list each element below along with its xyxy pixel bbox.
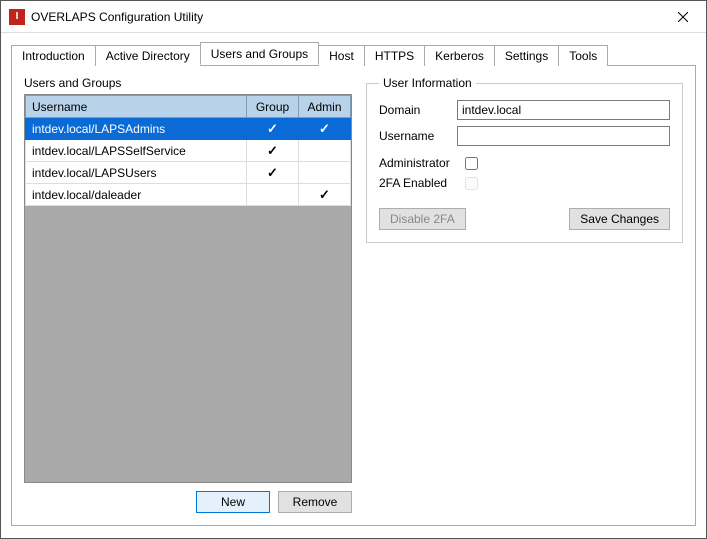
cell-username: intdev.local/LAPSSelfService — [26, 140, 247, 162]
cell-username: intdev.local/daleader — [26, 184, 247, 206]
tab-tools[interactable]: Tools — [558, 45, 608, 66]
username-field[interactable] — [457, 126, 670, 146]
tab-users-and-groups[interactable]: Users and Groups — [200, 42, 319, 65]
window-title: OVERLAPS Configuration Utility — [31, 10, 660, 24]
username-label: Username — [379, 129, 449, 143]
cell-admin — [299, 118, 351, 140]
close-button[interactable] — [660, 1, 706, 33]
domain-row: Domain — [379, 100, 670, 120]
tabpage-users-and-groups: Users and Groups Username Group Admin in… — [11, 65, 696, 526]
tab-active-directory[interactable]: Active Directory — [95, 45, 201, 66]
user-info-panel: User Information Domain Username Adminis… — [366, 76, 683, 513]
col-admin[interactable]: Admin — [299, 96, 351, 118]
tab-bar: IntroductionActive DirectoryUsers and Gr… — [11, 43, 696, 65]
users-groups-panel: Users and Groups Username Group Admin in… — [24, 76, 352, 513]
cell-admin — [299, 184, 351, 206]
tab-https[interactable]: HTTPS — [364, 45, 425, 66]
check-icon — [267, 122, 278, 136]
table-row[interactable]: intdev.local/LAPSUsers — [26, 162, 351, 184]
check-icon — [267, 166, 278, 180]
col-group[interactable]: Group — [247, 96, 299, 118]
administrator-label: Administrator — [379, 156, 457, 170]
check-icon — [267, 144, 278, 158]
twofa-label: 2FA Enabled — [379, 176, 457, 190]
users-groups-grid-container: Username Group Admin intdev.local/LAPSAd… — [24, 94, 352, 483]
table-row[interactable]: intdev.local/LAPSSelfService — [26, 140, 351, 162]
app-window: I OVERLAPS Configuration Utility Introdu… — [0, 0, 707, 539]
client-area: IntroductionActive DirectoryUsers and Gr… — [1, 33, 706, 538]
cell-username: intdev.local/LAPSAdmins — [26, 118, 247, 140]
cell-group — [247, 140, 299, 162]
remove-button[interactable]: Remove — [278, 491, 352, 513]
grid-button-row: New Remove — [24, 491, 352, 513]
app-icon: I — [9, 9, 25, 25]
tab-introduction[interactable]: Introduction — [11, 45, 96, 66]
table-row[interactable]: intdev.local/LAPSAdmins — [26, 118, 351, 140]
user-info-group: User Information Domain Username Adminis… — [366, 76, 683, 243]
new-button[interactable]: New — [196, 491, 270, 513]
check-icon — [319, 122, 330, 136]
close-icon — [678, 12, 688, 22]
cell-username: intdev.local/LAPSUsers — [26, 162, 247, 184]
users-groups-label: Users and Groups — [24, 76, 352, 90]
tab-host[interactable]: Host — [318, 45, 365, 66]
cell-group — [247, 162, 299, 184]
administrator-checkbox[interactable] — [465, 157, 478, 170]
titlebar: I OVERLAPS Configuration Utility — [1, 1, 706, 33]
col-username[interactable]: Username — [26, 96, 247, 118]
check-icon — [319, 188, 330, 202]
cell-admin — [299, 140, 351, 162]
cell-group — [247, 118, 299, 140]
administrator-row: Administrator — [379, 156, 670, 170]
domain-field[interactable] — [457, 100, 670, 120]
users-groups-grid[interactable]: Username Group Admin intdev.local/LAPSAd… — [25, 95, 351, 206]
user-info-legend: User Information — [379, 76, 476, 90]
user-info-actions: Disable 2FA Save Changes — [379, 208, 670, 230]
domain-label: Domain — [379, 103, 449, 117]
cell-admin — [299, 162, 351, 184]
grid-header-row: Username Group Admin — [26, 96, 351, 118]
tab-kerberos[interactable]: Kerberos — [424, 45, 495, 66]
cell-group — [247, 184, 299, 206]
table-row[interactable]: intdev.local/daleader — [26, 184, 351, 206]
twofa-row: 2FA Enabled — [379, 176, 670, 190]
username-row: Username — [379, 126, 670, 146]
save-changes-button[interactable]: Save Changes — [569, 208, 670, 230]
tab-settings[interactable]: Settings — [494, 45, 559, 66]
disable-2fa-button: Disable 2FA — [379, 208, 466, 230]
twofa-checkbox — [465, 177, 478, 190]
